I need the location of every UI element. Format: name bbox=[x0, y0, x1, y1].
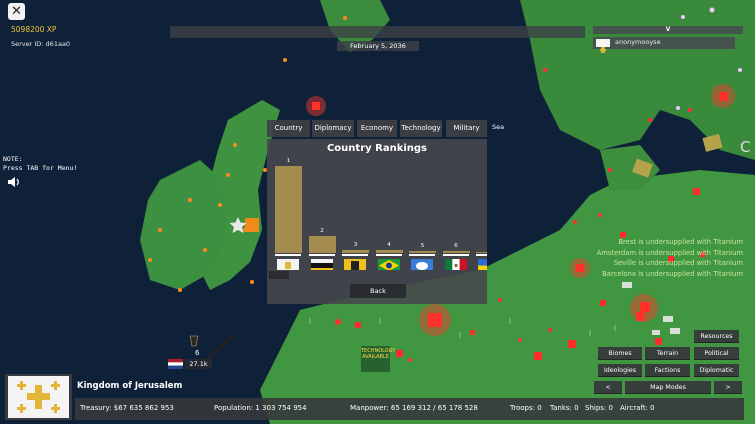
ranking-bar[interactable] bbox=[442, 251, 470, 253]
flag-papal[interactable] bbox=[310, 257, 333, 270]
map-mode-next-button[interactable]: > bbox=[714, 381, 742, 394]
map-mode-terrain[interactable]: Terrain bbox=[645, 347, 690, 360]
ranking-bar[interactable] bbox=[342, 250, 369, 253]
flag-underline bbox=[342, 254, 368, 256]
map-mode-factions[interactable]: Factions bbox=[645, 364, 690, 377]
notification-list: Brest is undersupplied with Titanium Ams… bbox=[597, 237, 743, 279]
troop-count-badge[interactable]: 27.1k bbox=[185, 359, 212, 369]
notification-item: Seville is undersupplied with Titanium bbox=[613, 259, 743, 267]
notification-item: Barcelona is undersupplied with Titanium bbox=[602, 269, 743, 278]
country-name: Kingdom of Jerusalem bbox=[77, 381, 183, 391]
technology-available-label[interactable]: TECHNOLOGY AVAILABLE bbox=[361, 346, 395, 372]
tab-diplomacy[interactable]: Diplomacy bbox=[312, 120, 354, 137]
flag-brazil[interactable] bbox=[377, 257, 400, 270]
ranking-position-label: 1 bbox=[286, 158, 291, 164]
population-stat: Population: 1 303 754 954 bbox=[214, 404, 307, 412]
xp-counter: 5098200 XP bbox=[11, 25, 57, 34]
factory-icon bbox=[652, 330, 660, 335]
map-mode-political[interactable]: Political bbox=[694, 347, 739, 360]
map-mode-biomes[interactable]: Biomes bbox=[598, 347, 642, 360]
flag-underline bbox=[308, 254, 335, 256]
notification-item: Amsterdam is undersupplied with Titanium bbox=[596, 248, 743, 257]
rankings-chart: 1 2 3 4 5 6 7 bbox=[267, 139, 487, 304]
player-list-item[interactable]: anonymooyse bbox=[593, 37, 735, 53]
ranking-position-label: 2 bbox=[320, 228, 324, 235]
netherlands-flag-icon bbox=[168, 359, 183, 369]
tab-technology[interactable]: Technology bbox=[400, 120, 442, 137]
country-rankings-panel: Country Rankings 1234567 Back bbox=[267, 139, 487, 304]
ranking-position-label: 7 bbox=[477, 244, 488, 250]
player-list-toggle[interactable]: V bbox=[593, 26, 743, 34]
tab-country[interactable]: Country bbox=[267, 120, 310, 137]
player-name: anonymooyse bbox=[615, 38, 661, 46]
chart-scrollbar[interactable] bbox=[269, 271, 289, 279]
flag-underline bbox=[476, 254, 487, 256]
top-status-bar bbox=[170, 26, 585, 38]
note-line-1: NOTE: bbox=[3, 155, 23, 163]
aircraft-stat: Aircraft: 0 bbox=[620, 404, 655, 412]
game-date: February 5, 2036 bbox=[337, 41, 419, 51]
flag-tiger-black-yellow[interactable] bbox=[344, 257, 366, 270]
tab-military[interactable]: Military bbox=[446, 120, 487, 137]
close-button[interactable]: ✕ bbox=[8, 3, 25, 20]
troop-number: 6 bbox=[195, 349, 200, 357]
manpower-stat: Manpower: 65 169 312 / 65 178 528 bbox=[350, 404, 478, 412]
flag-ukraine[interactable] bbox=[478, 257, 487, 270]
right-edge-letter: C bbox=[740, 138, 751, 156]
ships-stat: Ships: 0 bbox=[585, 404, 613, 412]
ranking-position-label: 3 bbox=[353, 242, 358, 249]
ranking-bar[interactable] bbox=[409, 251, 436, 253]
player-flag bbox=[596, 39, 610, 53]
flag-jerusalem[interactable] bbox=[277, 257, 299, 270]
flag-underline bbox=[275, 254, 301, 256]
speaker-icon[interactable] bbox=[7, 175, 21, 189]
flag-mexico[interactable] bbox=[444, 257, 467, 270]
factory-icon bbox=[670, 328, 680, 334]
map-mode-ideologies[interactable]: Ideologies bbox=[598, 364, 642, 377]
country-stats-bar: Treasury: $67 635 862 953 Population: 1 … bbox=[75, 398, 744, 420]
back-button[interactable]: Back bbox=[350, 284, 406, 298]
note-line-2: Press TAB for Menu! bbox=[3, 164, 78, 172]
ranking-bar[interactable] bbox=[476, 252, 487, 253]
ranking-bar[interactable] bbox=[275, 166, 302, 253]
map-mode-resources[interactable]: Resources bbox=[694, 330, 739, 343]
tab-economy[interactable]: Economy bbox=[357, 120, 397, 137]
flag-underline bbox=[442, 254, 469, 256]
flag-underline bbox=[409, 254, 435, 256]
factory-icon bbox=[622, 282, 632, 288]
flag-antarctica[interactable] bbox=[411, 257, 433, 270]
country-flag bbox=[8, 376, 69, 418]
troops-stat: Troops: 0 bbox=[510, 404, 542, 412]
treasury-stat: Treasury: $67 635 862 953 bbox=[80, 404, 174, 412]
note-text: NOTE: Press TAB for Menu! bbox=[3, 155, 77, 173]
tanks-stat: Tanks: 0 bbox=[550, 404, 579, 412]
map-mode-prev-button[interactable]: < bbox=[594, 381, 622, 394]
country-flag-frame[interactable] bbox=[5, 374, 72, 420]
ranking-position-label: 6 bbox=[454, 243, 458, 250]
flag-underline bbox=[375, 254, 402, 256]
ranking-position-label: 5 bbox=[420, 243, 425, 250]
selected-province bbox=[245, 218, 259, 232]
ranking-position-label: 4 bbox=[387, 242, 391, 249]
map-modes-label: Map Modes bbox=[625, 381, 711, 394]
notification-item: Brest is undersupplied with Titanium bbox=[618, 238, 743, 246]
ranking-bar[interactable] bbox=[308, 236, 336, 253]
factory-icon bbox=[663, 316, 673, 322]
ranking-bar[interactable] bbox=[375, 250, 403, 253]
server-id: Server ID: d61aa0 bbox=[11, 40, 71, 48]
tab-sea[interactable]: Sea bbox=[492, 123, 504, 131]
map-mode-diplomatic[interactable]: Diplomatic bbox=[694, 364, 739, 377]
